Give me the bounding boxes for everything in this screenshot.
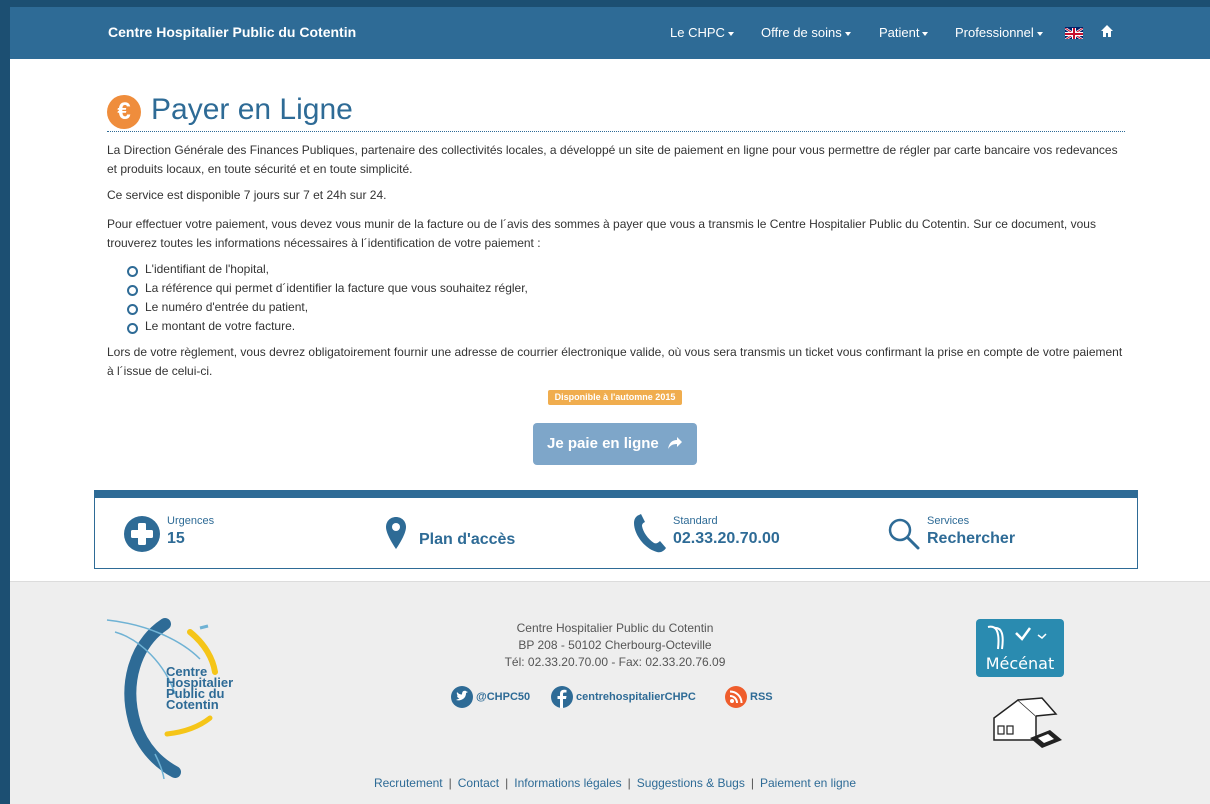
menu-patient[interactable]: Patient [879,25,929,40]
rss-icon [725,686,747,709]
caret-down-icon [922,31,929,36]
rss-link[interactable]: RSS [725,685,773,709]
menu-le-chpc[interactable]: Le CHPC [670,25,734,40]
address-line: BP 208 - 50102 Cherbourg-Octeville [518,638,712,652]
menu-label: Professionnel [955,25,1034,40]
search-label: Rechercher [927,530,1016,547]
list-item: Le numéro d'entrée du patient, [127,298,528,317]
footer-link-paiement-en-ligne[interactable]: Paiement en ligne [760,776,856,790]
page-header: € Payer en Ligne [107,93,1125,132]
search-icon [888,518,920,550]
mecenat-graphic [987,625,1047,650]
twitter-handle: @CHPC50 [476,691,531,703]
phone-icon [634,514,666,553]
facebook-icon [551,686,573,709]
chpc-logo[interactable]: Centre Hospitalier Public du Cotentin [105,614,265,779]
menu-label: Offre de soins [761,25,842,40]
plan-acces-item[interactable]: Plan d'accès [385,498,565,568]
rss-label: RSS [750,691,773,703]
mecenat-badge[interactable]: Mécénat [976,619,1064,677]
facebook-page: centrehospitalierCHPC [576,691,696,703]
page-footer: Centre Hospitalier Public du Cotentin Ce… [10,581,1210,804]
list-item: La référence qui permet d´identifier la … [127,279,528,298]
menu-offre-de-soins[interactable]: Offre de soins [761,25,851,40]
separator: | [505,776,509,790]
urgences-item[interactable]: Urgences 15 [123,498,283,568]
top-navbar: Centre Hospitalier Public du Cotentin Le… [10,7,1210,59]
standard-label: Standard [673,515,718,527]
uk-flag-icon[interactable] [1065,27,1083,39]
services-label: Services [927,515,970,527]
mecenat-label: Mécénat [985,654,1055,673]
urgences-label: Urgences [167,515,215,527]
footer-link-informations-legales[interactable]: Informations légales [514,776,621,790]
footer-link-recrutement[interactable]: Recrutement [374,776,443,790]
euro-icon: € [107,95,141,129]
pay-online-button[interactable]: Je paie en ligne [533,423,697,465]
email-paragraph: Lors de votre règlement, vous devrez obl… [107,345,1123,378]
intro-paragraph: La Direction Générale des Finances Publi… [107,143,1118,176]
site-brand[interactable]: Centre Hospitalier Public du Cotentin [108,24,356,40]
list-item: Le montant de votre facture. [127,317,528,336]
standard-item[interactable]: Standard 02.33.20.70.00 [633,498,833,568]
twitter-icon [451,686,473,709]
home-icon[interactable] [1100,24,1114,38]
contact-address: Centre Hospitalier Public du Cotentin BP… [410,620,820,671]
quick-info-bar: Urgences 15 Plan d'accès Standard 02.33.… [94,490,1138,569]
logo-text: Centre Hospitalier Public du Cotentin [166,665,233,711]
window-frame-top [0,0,1210,7]
services-search-item[interactable]: Services Rechercher [888,498,1088,568]
house-icon[interactable] [990,694,1070,754]
footer-link-contact[interactable]: Contact [458,776,499,790]
menu-label: Le CHPC [670,25,725,40]
separator: | [627,776,631,790]
address-line: Centre Hospitalier Public du Cotentin [516,621,714,635]
address-line: Tél: 02.33.20.70.00 - Fax: 02.33.20.76.0… [504,655,726,669]
pay-button-label: Je paie en ligne [547,435,659,452]
separator: | [448,776,452,790]
footer-links: Recrutement | Contact | Informations légales… [10,776,1210,790]
separator: | [750,776,754,790]
availability-paragraph: Ce service est disponible 7 jours sur 7 … [107,188,387,202]
urgences-number: 15 [167,530,185,547]
menu-professionnel[interactable]: Professionnel [955,25,1043,40]
twitter-link[interactable]: @CHPC50 [451,685,530,709]
share-arrow-icon [667,437,682,449]
facebook-link[interactable]: centrehospitalierCHPC [551,685,696,709]
standard-number: 02.33.20.70.00 [673,530,780,547]
availability-badge: Disponible à l'automne 2015 [548,390,682,405]
instructions-paragraph: Pour effectuer votre paiement, vous deve… [107,217,1096,250]
plus-circle-icon [124,516,160,552]
caret-down-icon [844,31,851,36]
info-list: L'identifiant de l'hopital, La référence… [127,260,528,336]
map-marker-icon [386,517,406,549]
page-title: Payer en Ligne [151,93,353,126]
list-item: L'identifiant de l'hopital, [127,260,528,279]
footer-link-suggestions-bugs[interactable]: Suggestions & Bugs [637,776,745,790]
window-frame-left [0,0,10,804]
caret-down-icon [1036,31,1043,36]
caret-down-icon [727,31,734,36]
menu-label: Patient [879,25,920,40]
plan-acces-label: Plan d'accès [419,531,516,548]
